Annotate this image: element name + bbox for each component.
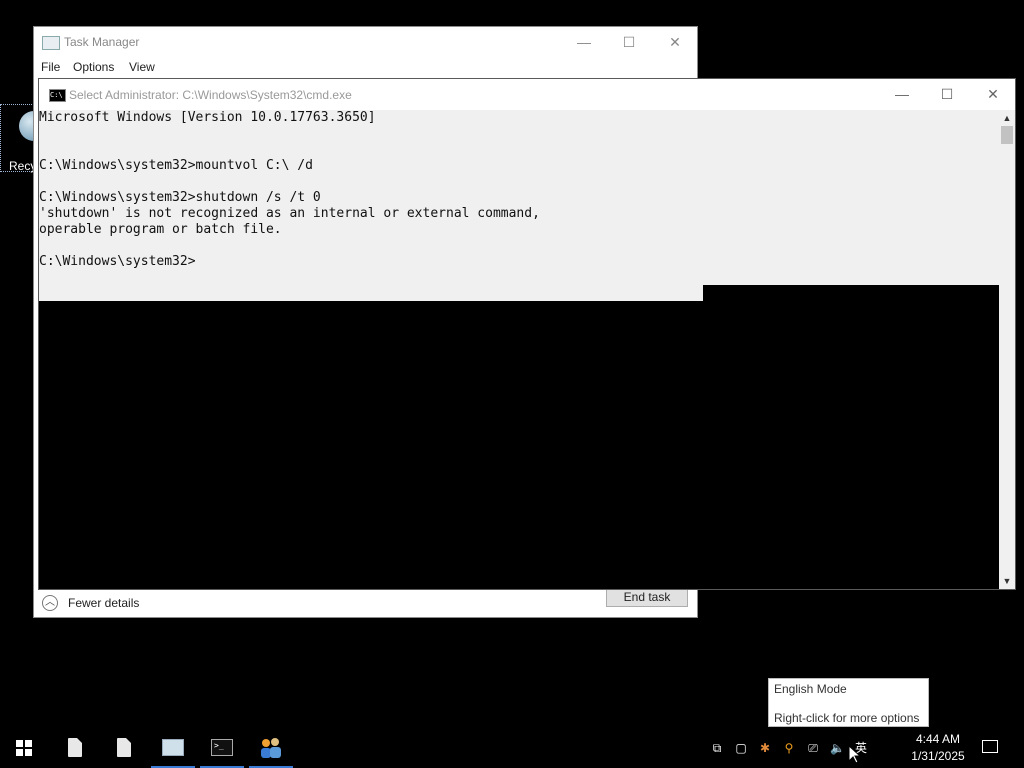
- menu-view[interactable]: View: [129, 60, 155, 74]
- selection-highlight: [39, 285, 703, 301]
- task-manager-footer: ︿ Fewer details End task: [34, 587, 697, 617]
- clock-time: 4:44 AM: [915, 732, 961, 746]
- cmd-title: Select Administrator: C:\Windows\System3…: [69, 88, 352, 102]
- document-icon: [117, 738, 131, 757]
- network-icon[interactable]: ⎚: [806, 741, 820, 755]
- windows-logo-icon: [16, 740, 32, 756]
- maximize-button[interactable]: ☐: [924, 79, 970, 109]
- end-task-button[interactable]: End task: [606, 587, 688, 607]
- document-icon: [68, 738, 82, 757]
- menu-file[interactable]: File: [41, 60, 60, 74]
- vertical-scrollbar[interactable]: ▲ ▼: [999, 110, 1015, 589]
- task-manager-title: Task Manager: [64, 35, 140, 49]
- taskbar-app-document-1[interactable]: [51, 728, 99, 768]
- task-manager-icon: [162, 739, 184, 756]
- menu-options[interactable]: Options: [73, 60, 114, 74]
- console-prompt: C:\Windows\system32>: [39, 254, 196, 269]
- search-icon[interactable]: ⚲: [782, 741, 796, 755]
- notification-center-icon[interactable]: [982, 740, 998, 753]
- minimize-button[interactable]: —: [879, 79, 925, 109]
- clock[interactable]: 4:44 AM 1/31/2025: [902, 731, 974, 765]
- maximize-button[interactable]: ☐: [606, 27, 652, 57]
- taskbar-app-document-2[interactable]: [100, 728, 148, 768]
- taskbar: >_ ⧉ ▢ ✱ ⚲ ⎚ 🔈 英 4:44 AM 1/31/2025: [0, 728, 1024, 768]
- console-line: operable program or batch file.: [39, 222, 282, 237]
- task-manager-menubar: File Options View: [34, 57, 697, 79]
- taskbar-app-task-manager[interactable]: [149, 728, 197, 768]
- chevron-up-icon[interactable]: ︿: [42, 595, 58, 611]
- desktop-icon-recycle-bin[interactable]: Recy: [0, 104, 49, 173]
- task-view-icon[interactable]: ⧉: [710, 741, 724, 755]
- people-icon: [261, 738, 281, 758]
- taskbar-app-people[interactable]: [247, 728, 295, 768]
- scrollbar-thumb[interactable]: [1001, 126, 1013, 144]
- ime-tooltip: English Mode Right-click for more option…: [768, 678, 929, 727]
- task-manager-icon: [42, 36, 60, 50]
- console-output: Microsoft Windows [Version 10.0.17763.36…: [39, 110, 540, 270]
- ime-hint-label: Right-click for more options: [774, 711, 920, 725]
- ime-mode-label: English Mode: [774, 682, 847, 696]
- console-line: 'shutdown' is not recognized as an inter…: [39, 206, 540, 221]
- close-button[interactable]: ✕: [652, 27, 698, 57]
- scroll-up-arrow-icon[interactable]: ▲: [999, 110, 1015, 126]
- fewer-details-link[interactable]: Fewer details: [68, 596, 139, 610]
- console-line: Microsoft Windows [Version 10.0.17763.36…: [39, 110, 376, 125]
- command-prompt-icon: >_: [211, 739, 233, 756]
- network-users-icon[interactable]: ✱: [758, 741, 772, 755]
- volume-muted-icon[interactable]: 🔈: [830, 741, 845, 755]
- taskbar-app-cmd[interactable]: >_: [198, 728, 246, 768]
- console-line: C:\Windows\system32>shutdown /s /t 0: [39, 190, 321, 205]
- scroll-down-arrow-icon[interactable]: ▼: [999, 573, 1015, 589]
- console-line: C:\Windows\system32>mountvol C:\ /d: [39, 158, 313, 173]
- mouse-cursor-icon: [849, 746, 861, 764]
- clock-date: 1/31/2025: [911, 749, 965, 763]
- close-button[interactable]: ✕: [970, 79, 1016, 109]
- command-prompt-icon: C:\: [49, 89, 66, 102]
- minimize-button[interactable]: —: [561, 27, 607, 57]
- cmd-window: C:\ Select Administrator: C:\Windows\Sys…: [38, 78, 1016, 590]
- cmd-titlebar[interactable]: C:\ Select Administrator: C:\Windows\Sys…: [39, 79, 1015, 110]
- start-button[interactable]: [0, 728, 48, 768]
- tablet-icon[interactable]: ▢: [734, 741, 748, 755]
- task-manager-titlebar[interactable]: Task Manager — ☐ ✕: [34, 27, 697, 57]
- cmd-console[interactable]: Microsoft Windows [Version 10.0.17763.36…: [39, 110, 999, 589]
